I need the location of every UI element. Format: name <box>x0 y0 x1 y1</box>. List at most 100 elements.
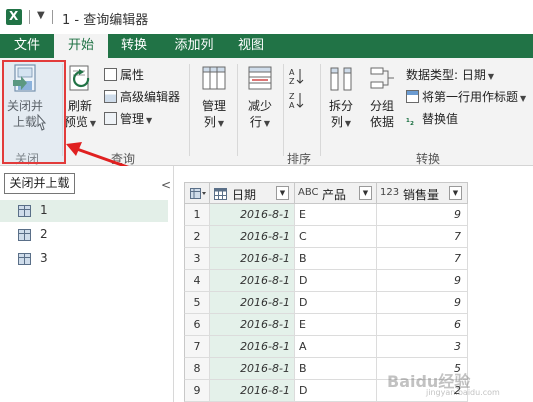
refresh-label-2: 预览 <box>63 115 88 129</box>
cell-date[interactable]: 2016-8-1 <box>210 204 295 226</box>
cell-sales[interactable]: 7 <box>377 248 468 270</box>
table-row[interactable]: 2 2016-8-1 C 7 <box>184 226 468 248</box>
reduce-rows-button[interactable]: 减少 行 ▼ <box>241 64 279 132</box>
advanced-editor-button[interactable]: 高级编辑器 <box>104 88 180 106</box>
quick-access-dropdown-icon[interactable]: ▼ <box>37 10 45 21</box>
grid-corner-menu[interactable] <box>184 182 210 204</box>
row-number: 3 <box>184 248 210 270</box>
reduce-rows-label-2: 行 <box>249 115 262 129</box>
table-row[interactable]: 4 2016-8-1 D 9 <box>184 270 468 292</box>
tab-file[interactable]: 文件 <box>0 34 54 58</box>
window-title: 1 - 查询编辑器 <box>62 13 149 28</box>
cell-sales[interactable]: 7 <box>377 226 468 248</box>
tab-home[interactable]: 开始 <box>54 34 108 58</box>
advanced-editor-label: 高级编辑器 <box>120 90 181 104</box>
filter-dropdown-icon[interactable]: ▼ <box>276 186 289 200</box>
group-divider <box>320 64 321 156</box>
cell-sales[interactable]: 6 <box>377 314 468 336</box>
tooltip: 关闭并上载 <box>4 173 75 194</box>
watermark-url: jingyan.baidu.com <box>426 388 500 397</box>
number-type-icon: 123 <box>380 187 400 198</box>
cell-product[interactable]: B <box>295 248 377 270</box>
cell-date[interactable]: 2016-8-1 <box>210 292 295 314</box>
filter-dropdown-icon[interactable]: ▼ <box>449 186 462 200</box>
date-type-icon <box>214 188 227 200</box>
cell-product[interactable]: A <box>295 336 377 358</box>
chevron-down-icon: ▼ <box>344 119 352 128</box>
data-type-dropdown[interactable]: 数据类型: 日期 ▼ <box>406 66 494 84</box>
manage-columns-button[interactable]: 管理 列 ▼ <box>195 64 233 132</box>
cell-date[interactable]: 2016-8-1 <box>210 248 295 270</box>
row-number: 6 <box>184 314 210 336</box>
table-row[interactable]: 1 2016-8-1 E 9 <box>184 204 468 226</box>
ribbon-tab-bar: 文件 开始 转换 添加列 视图 <box>0 34 533 58</box>
reduce-rows-label-1: 减少 <box>247 99 272 113</box>
filter-dropdown-icon[interactable]: ▼ <box>359 186 372 200</box>
excel-logo-icon <box>6 9 22 25</box>
column-header-date[interactable]: 日期 ▼ <box>210 182 295 204</box>
query-item[interactable]: 3 <box>0 248 168 270</box>
row-number: 8 <box>184 358 210 380</box>
cell-date[interactable]: 2016-8-1 <box>210 336 295 358</box>
tab-view[interactable]: 视图 <box>231 34 271 58</box>
cell-product[interactable]: E <box>295 314 377 336</box>
cell-sales[interactable]: 9 <box>377 270 468 292</box>
annotation-highlight-box <box>2 60 66 164</box>
chevron-down-icon: ▼ <box>146 116 153 125</box>
query-item[interactable]: 2 <box>0 224 168 246</box>
group-divider <box>237 64 238 156</box>
cell-product[interactable]: B <box>295 358 377 380</box>
cell-product[interactable]: D <box>295 292 377 314</box>
refresh-preview-button[interactable]: 刷新 预览 ▼ <box>63 64 97 132</box>
collapse-pane-chevron-icon[interactable]: < <box>161 178 171 192</box>
manage-columns-label-1: 管理 <box>201 99 226 113</box>
table-icon <box>18 205 31 217</box>
cell-sales[interactable]: 3 <box>377 336 468 358</box>
tab-add-column[interactable]: 添加列 <box>165 34 223 58</box>
use-first-row-label: 将第一行用作标题 <box>422 90 519 104</box>
chevron-down-icon: ▼ <box>217 119 225 128</box>
column-header-sales[interactable]: 123 销售量 ▼ <box>377 182 468 204</box>
table-row[interactable]: 3 2016-8-1 B 7 <box>184 248 468 270</box>
manage-columns-icon <box>202 66 226 90</box>
cell-date[interactable]: 2016-8-1 <box>210 380 295 402</box>
sort-ascending-icon[interactable]: A Z <box>288 66 304 86</box>
cell-sales[interactable]: 9 <box>377 204 468 226</box>
use-first-row-as-headers-button[interactable]: 将第一行用作标题 ▼ <box>406 88 526 106</box>
cell-date[interactable]: 2016-8-1 <box>210 358 295 380</box>
cell-product[interactable]: D <box>295 380 377 402</box>
table-row[interactable]: 5 2016-8-1 D 9 <box>184 292 468 314</box>
chevron-down-icon: ▼ <box>263 119 271 128</box>
properties-button[interactable]: 属性 <box>104 66 144 84</box>
cell-date[interactable]: 2016-8-1 <box>210 226 295 248</box>
cell-date[interactable]: 2016-8-1 <box>210 314 295 336</box>
group-label-sort: 排序 <box>287 152 312 166</box>
cell-sales[interactable]: 9 <box>377 292 468 314</box>
split-column-icon <box>330 67 352 91</box>
sort-descending-icon[interactable]: Z A <box>288 90 304 110</box>
row-number: 4 <box>184 270 210 292</box>
group-by-label-1: 分组 <box>369 99 394 113</box>
reduce-rows-icon <box>248 66 272 90</box>
chevron-down-icon: ▼ <box>89 119 97 128</box>
titlebar-divider <box>52 10 53 24</box>
cell-product[interactable]: D <box>295 270 377 292</box>
table-row[interactable]: 6 2016-8-1 E 6 <box>184 314 468 336</box>
cell-product[interactable]: C <box>295 226 377 248</box>
split-column-label-1: 拆分 <box>328 99 353 113</box>
column-header-label: 日期 <box>232 188 257 202</box>
split-column-button[interactable]: 拆分 列 ▼ <box>323 64 359 132</box>
row-number: 2 <box>184 226 210 248</box>
query-item-label: 1 <box>40 203 48 217</box>
manage-button[interactable]: 管理 ▼ <box>104 110 152 128</box>
group-divider <box>283 64 284 156</box>
table-row[interactable]: 7 2016-8-1 A 3 <box>184 336 468 358</box>
tab-transform[interactable]: 转换 <box>111 34 157 58</box>
column-header-product[interactable]: ABC 产品 ▼ <box>295 182 377 204</box>
replace-values-button[interactable]: ¹₂ 替换值 <box>406 110 458 128</box>
manage-icon <box>104 112 117 125</box>
query-item[interactable]: 1 <box>0 200 168 222</box>
cell-product[interactable]: E <box>295 204 377 226</box>
group-by-button[interactable]: 分组 依据 <box>364 64 400 130</box>
cell-date[interactable]: 2016-8-1 <box>210 270 295 292</box>
